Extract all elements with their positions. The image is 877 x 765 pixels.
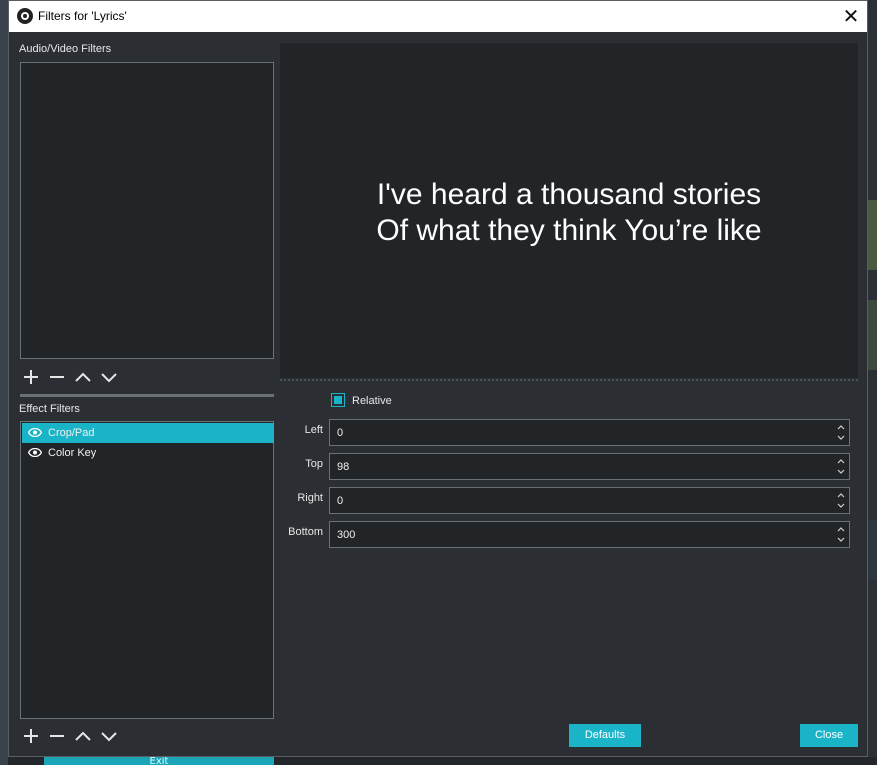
top-spinbox[interactable]: 98 [329, 453, 850, 480]
close-icon[interactable]: ✕ [839, 5, 863, 27]
effect-filter-label: Color Key [48, 447, 97, 459]
relative-checkbox[interactable] [331, 393, 345, 407]
spin-down-icon[interactable] [836, 467, 846, 477]
spin-up-icon[interactable] [836, 524, 846, 534]
left-value: 0 [337, 427, 344, 439]
right-label: Right [297, 492, 323, 504]
add-audio-filter-button[interactable] [20, 366, 42, 388]
effect-filters-toolbar [20, 725, 140, 747]
preview-divider[interactable] [280, 379, 858, 381]
remove-icon [50, 735, 64, 737]
spin-up-icon[interactable] [836, 456, 846, 466]
spin-down-icon[interactable] [836, 535, 846, 545]
add-icon [24, 729, 38, 743]
filters-dialog: Filters for 'Lyrics' ✕ Audio/Video Filte… [8, 0, 868, 757]
remove-icon [50, 376, 64, 378]
title-bar: Filters for 'Lyrics' ✕ [9, 1, 867, 32]
top-label: Top [305, 458, 323, 470]
spin-down-icon[interactable] [836, 433, 846, 443]
bottom-value: 300 [337, 529, 356, 541]
right-spinbox[interactable]: 0 [329, 487, 850, 514]
bottom-spinbox[interactable]: 300 [329, 521, 850, 548]
relative-label: Relative [352, 395, 392, 407]
move-down-icon [101, 373, 117, 383]
remove-effect-filter-button[interactable] [46, 725, 68, 747]
left-spinbox[interactable]: 0 [329, 419, 850, 446]
left-label: Left [304, 424, 323, 436]
right-value: 0 [337, 495, 344, 507]
audio-video-filters-toolbar [20, 366, 140, 388]
move-effect-filter-down-button[interactable] [98, 725, 120, 747]
bottom-label: Bottom [288, 526, 323, 538]
audio-video-filters-list[interactable] [20, 62, 274, 359]
move-down-icon [101, 732, 117, 742]
move-audio-filter-down-button[interactable] [98, 366, 120, 388]
eye-icon[interactable] [28, 448, 42, 457]
add-icon [24, 370, 38, 384]
spin-down-icon[interactable] [836, 501, 846, 511]
effect-filter-crop-pad[interactable]: Crop/Pad [22, 423, 274, 443]
move-audio-filter-up-button[interactable] [72, 366, 94, 388]
background-app-left [0, 0, 8, 765]
move-up-icon [75, 372, 91, 382]
move-up-icon [75, 731, 91, 741]
spin-up-icon[interactable] [836, 490, 846, 500]
window-title: Filters for 'Lyrics' [38, 9, 127, 23]
panel-splitter[interactable] [20, 394, 274, 397]
lyric-line-2: Of what they think You’re like [376, 214, 762, 247]
effect-filters-list[interactable]: Crop/Pad Color Key [20, 421, 274, 719]
defaults-button[interactable]: Defaults [569, 724, 641, 747]
audio-video-filters-label: Audio/Video Filters [19, 43, 112, 55]
add-effect-filter-button[interactable] [20, 725, 42, 747]
lyric-line-1: I've heard a thousand stories [376, 178, 762, 211]
close-button[interactable]: Close [800, 724, 858, 747]
top-value: 98 [337, 461, 350, 473]
remove-audio-filter-button[interactable] [46, 366, 68, 388]
effect-filters-label: Effect Filters [19, 403, 80, 415]
source-preview: I've heard a thousand stories Of what th… [280, 43, 858, 378]
move-effect-filter-up-button[interactable] [72, 725, 94, 747]
effect-filter-label: Crop/Pad [48, 427, 95, 439]
effect-filter-color-key[interactable]: Color Key [22, 443, 274, 463]
obs-logo-icon [17, 8, 33, 24]
spin-up-icon[interactable] [836, 422, 846, 432]
eye-icon[interactable] [28, 428, 42, 437]
